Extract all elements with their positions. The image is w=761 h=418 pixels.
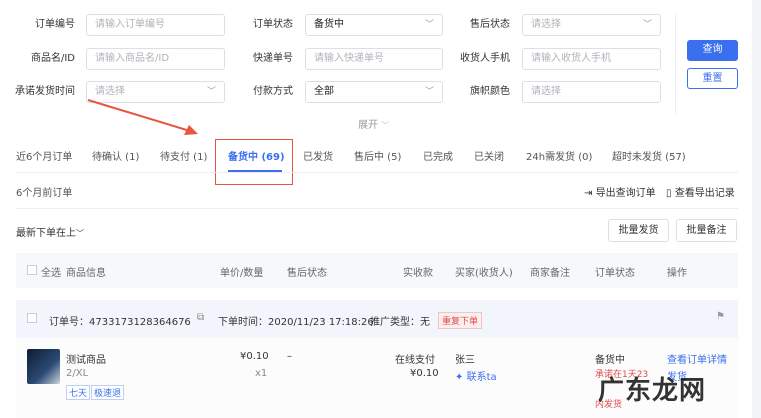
product-thumbnail[interactable]	[27, 349, 60, 384]
order-number: 订单号：4733173128364676	[49, 317, 191, 328]
batch-ship-button[interactable]: 批量发货	[608, 219, 669, 242]
order-time: 下单时间：2020/11/23 17:18:26	[218, 317, 374, 328]
sort-dropdown[interactable]: 最新下单在上﹀	[16, 224, 84, 239]
tabs-divider	[16, 172, 738, 173]
view-order-detail-link[interactable]: 查看订单详情	[667, 351, 727, 366]
flag-icon[interactable]: ⚑	[716, 311, 725, 322]
aftersale-status: –	[287, 351, 292, 362]
quantity: x1	[255, 368, 268, 379]
paid-amount: ¥0.10	[410, 368, 439, 379]
tab-aftersale[interactable]: 售后中 (5)	[354, 148, 401, 163]
tab-recent-6-months[interactable]: 近6个月订单	[16, 148, 72, 163]
tab-to-confirm[interactable]: 待确认 (1)	[92, 148, 139, 163]
tab-closed[interactable]: 已关闭	[474, 148, 504, 163]
product-sku: 2/XL	[66, 368, 89, 379]
view-exports-button[interactable]: ▯ 查看导出记录	[666, 184, 735, 199]
col-buyer: 买家(收货人)	[455, 268, 513, 279]
repeat-order-badge: 重复下单	[438, 312, 483, 329]
export-orders-button[interactable]: ⇥ 导出查询订单	[584, 184, 656, 199]
view-exports-label: 查看导出记录	[674, 188, 735, 199]
older-orders-link[interactable]: 6个月前订单	[16, 184, 72, 199]
col-actions: 操作	[667, 268, 687, 279]
document-icon: ▯	[666, 188, 672, 199]
col-merchant-note: 商家备注	[530, 268, 570, 279]
tag-fast-refund: 极速退	[91, 385, 125, 400]
product-name[interactable]: 测试商品	[66, 351, 106, 366]
highlight-box	[215, 139, 293, 185]
copy-icon[interactable]: ⧉	[197, 312, 204, 323]
unit-price: ¥0.10	[240, 351, 269, 362]
sort-label: 最新下单在上	[16, 228, 76, 239]
tab-to-pay[interactable]: 待支付 (1)	[160, 148, 207, 163]
select-all-label: 全选	[41, 268, 61, 279]
col-aftersale: 售后状态	[287, 268, 327, 279]
tab-shipped[interactable]: 已发货	[303, 148, 333, 163]
contact-buyer-link[interactable]: ✦ 联系ta	[455, 368, 497, 383]
col-order-status: 订单状态	[595, 268, 635, 279]
contact-label: 联系ta	[466, 372, 497, 383]
chevron-down-icon: ﹀	[76, 229, 84, 238]
chat-icon: ✦	[455, 372, 464, 383]
tab-completed[interactable]: 已完成	[423, 148, 453, 163]
watermark: 广东龙网	[598, 376, 707, 406]
toolbar-divider	[16, 208, 738, 209]
tab-24h-ship[interactable]: 24h需发货 (0)	[526, 148, 592, 163]
col-price-qty: 单价/数量	[220, 268, 264, 279]
promo-type: 推广类型：无	[370, 317, 430, 328]
buyer-name: 张三	[455, 355, 475, 366]
col-product: 商品信息	[66, 268, 106, 279]
pay-type: 在线支付	[395, 355, 435, 366]
export-label: 导出查询订单	[595, 188, 656, 199]
select-all-checkbox[interactable]	[27, 265, 37, 275]
export-icon: ⇥	[584, 188, 593, 199]
tab-overdue[interactable]: 超时未发货 (57)	[612, 148, 686, 163]
tag-seven-day: 七天	[66, 385, 91, 400]
order-status: 备货中	[595, 355, 625, 366]
batch-note-button[interactable]: 批量备注	[676, 219, 737, 242]
col-paid: 实收款	[403, 268, 433, 279]
order-checkbox[interactable]	[27, 313, 37, 323]
